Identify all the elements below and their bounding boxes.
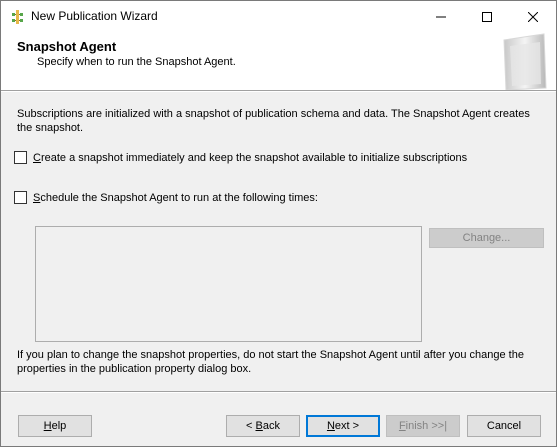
create-snapshot-option[interactable]: Create a snapshot immediately and keep t… xyxy=(14,151,467,164)
close-button[interactable] xyxy=(510,1,556,32)
window-title: New Publication Wizard xyxy=(31,9,158,23)
finish-button[interactable]: Finish >>| xyxy=(386,415,460,437)
wizard-banner-graphic xyxy=(503,33,547,90)
create-snapshot-label[interactable]: Create a snapshot immediately and keep t… xyxy=(33,152,467,164)
schedule-agent-option[interactable]: Schedule the Snapshot Agent to run at th… xyxy=(14,191,318,204)
create-snapshot-label-text: reate a snapshot immediately and keep th… xyxy=(40,151,468,164)
close-icon xyxy=(528,11,538,22)
page-title: Snapshot Agent xyxy=(17,39,117,54)
schedule-description-box xyxy=(35,226,422,342)
header-divider-highlight xyxy=(1,91,556,92)
help-hotkey: H xyxy=(43,420,52,432)
footer-divider-highlight xyxy=(1,392,556,393)
back-prefix: < xyxy=(246,420,256,432)
schedule-agent-checkbox[interactable] xyxy=(14,191,27,204)
next-hotkey: N xyxy=(326,420,335,432)
cancel-button[interactable]: Cancel xyxy=(467,415,541,437)
snapshot-properties-note: If you plan to change the snapshot prope… xyxy=(17,349,524,375)
back-button[interactable]: < Back xyxy=(226,415,300,437)
publication-wizard-icon xyxy=(10,9,24,25)
page-subtitle: Specify when to run the Snapshot Agent. xyxy=(37,56,236,68)
minimize-icon xyxy=(436,16,446,17)
minimize-button[interactable] xyxy=(418,1,464,32)
intro-text: Subscriptions are initialized with a sna… xyxy=(17,108,530,134)
schedule-agent-label-text: chedule the Snapshot Agent to run at the… xyxy=(40,191,318,204)
help-label: elp xyxy=(51,420,67,432)
change-schedule-button[interactable]: Change... xyxy=(429,228,544,248)
wizard-header: Snapshot Agent Specify when to run the S… xyxy=(1,32,556,90)
back-label: ack xyxy=(262,420,280,432)
maximize-icon xyxy=(482,11,492,22)
wizard-window: New Publication Wizard Snapshot Agent Sp… xyxy=(0,0,557,447)
title-bar[interactable]: New Publication Wizard xyxy=(1,1,556,32)
create-snapshot-hotkey: C xyxy=(33,151,41,164)
create-snapshot-checkbox[interactable] xyxy=(14,151,27,164)
schedule-agent-label[interactable]: Schedule the Snapshot Agent to run at th… xyxy=(33,192,318,204)
maximize-button[interactable] xyxy=(464,1,510,32)
next-button[interactable]: Next > xyxy=(306,415,380,437)
back-hotkey: B xyxy=(255,420,263,432)
next-label: ext > xyxy=(334,420,360,432)
finish-label: inish >>| xyxy=(405,420,448,432)
help-button[interactable]: Help xyxy=(18,415,92,437)
finish-hotkey: F xyxy=(398,420,406,432)
